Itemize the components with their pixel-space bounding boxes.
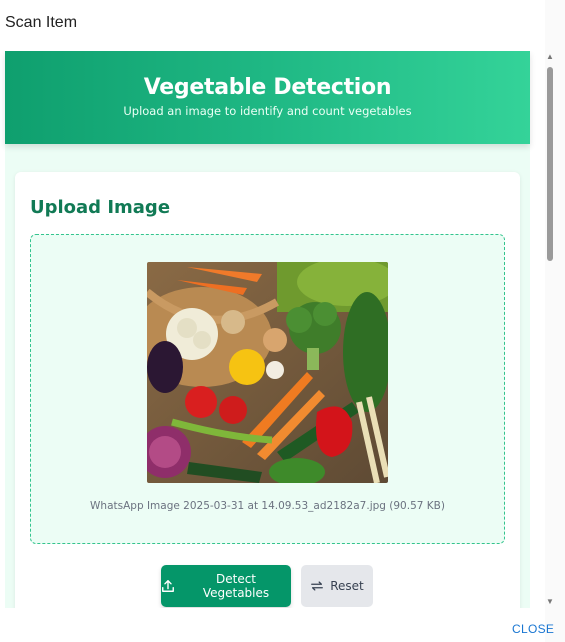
scroll-up-arrow-icon[interactable]: ▲ — [545, 51, 555, 63]
vegetables-photo — [147, 262, 388, 483]
image-preview — [147, 262, 388, 483]
upload-dropzone[interactable]: WhatsApp Image 2025-03-31 at 14.09.53_ad… — [30, 234, 505, 544]
action-bar: Detect Vegetables Reset — [15, 565, 520, 607]
scrollbar-thumb[interactable] — [547, 67, 553, 261]
hero-title: Vegetable Detection — [143, 75, 392, 100]
dialog-content: Vegetable Detection Upload an image to i… — [0, 51, 545, 608]
hero-banner: Vegetable Detection Upload an image to i… — [5, 51, 530, 144]
upload-card: Upload Image WhatsApp Image 2025-03-31 a… — [15, 172, 520, 608]
reset-label: Reset — [330, 579, 364, 593]
file-name: WhatsApp Image 2025-03-31 at 14.09.53_ad… — [90, 500, 445, 512]
reset-button[interactable]: Reset — [301, 565, 373, 607]
dialog-title: Scan Item — [5, 14, 78, 31]
detect-vegetables-button[interactable]: Detect Vegetables — [161, 565, 291, 607]
scroll-down-arrow-icon[interactable]: ▼ — [545, 596, 555, 608]
vertical-scrollbar[interactable]: ▲ ▼ — [545, 51, 555, 608]
refresh-icon — [311, 581, 324, 591]
upload-icon — [162, 580, 174, 592]
upload-title: Upload Image — [30, 197, 171, 218]
detect-vegetables-label: Detect Vegetables — [202, 572, 270, 600]
hero-subtitle: Upload an image to identify and count ve… — [123, 104, 412, 118]
vegetable-detection-app: Vegetable Detection Upload an image to i… — [5, 51, 530, 608]
close-button[interactable]: CLOSE — [512, 622, 554, 636]
